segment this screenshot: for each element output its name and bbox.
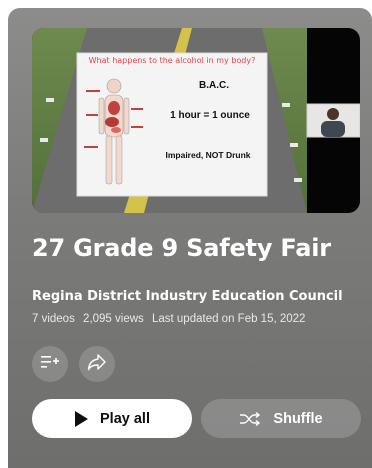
shuffle-label: Shuffle <box>273 410 323 427</box>
playlist-header-panel: What happens to the alcohol in my body? … <box>8 8 372 468</box>
slide-line-bac: B.A.C. <box>199 80 229 91</box>
share-button[interactable] <box>79 346 115 382</box>
playlist-title: 27 Grade 9 Safety Fair <box>32 234 331 262</box>
video-count: 7 videos <box>32 313 75 325</box>
play-all-label: Play all <box>100 410 150 427</box>
share-icon <box>87 353 107 375</box>
save-to-playlist-button[interactable] <box>32 346 68 382</box>
view-count: 2,095 views <box>83 313 144 325</box>
slide-line-impaired: Impaired, NOT Drunk <box>165 150 250 160</box>
last-updated: Last updated on Feb 15, 2022 <box>151 313 306 325</box>
channel-name[interactable]: Regina District Industry Education Counc… <box>32 289 343 304</box>
playlist-thumbnail[interactable]: What happens to the alcohol in my body? … <box>32 28 360 213</box>
presenter-webcam <box>306 103 360 138</box>
slide-line-rule: 1 hour = 1 ounce <box>170 110 250 121</box>
play-icon <box>74 410 88 427</box>
thumbnail-image: What happens to the alcohol in my body? … <box>32 28 360 213</box>
playlist-add-icon <box>40 354 60 374</box>
shuffle-icon <box>239 411 261 427</box>
slide-heading: What happens to the alcohol in my body? <box>89 56 256 65</box>
playlist-stats: 7 videos 2,095 views Last updated on Feb… <box>32 313 310 325</box>
shuffle-button[interactable]: Shuffle <box>201 399 361 438</box>
play-all-button[interactable]: Play all <box>32 399 192 438</box>
